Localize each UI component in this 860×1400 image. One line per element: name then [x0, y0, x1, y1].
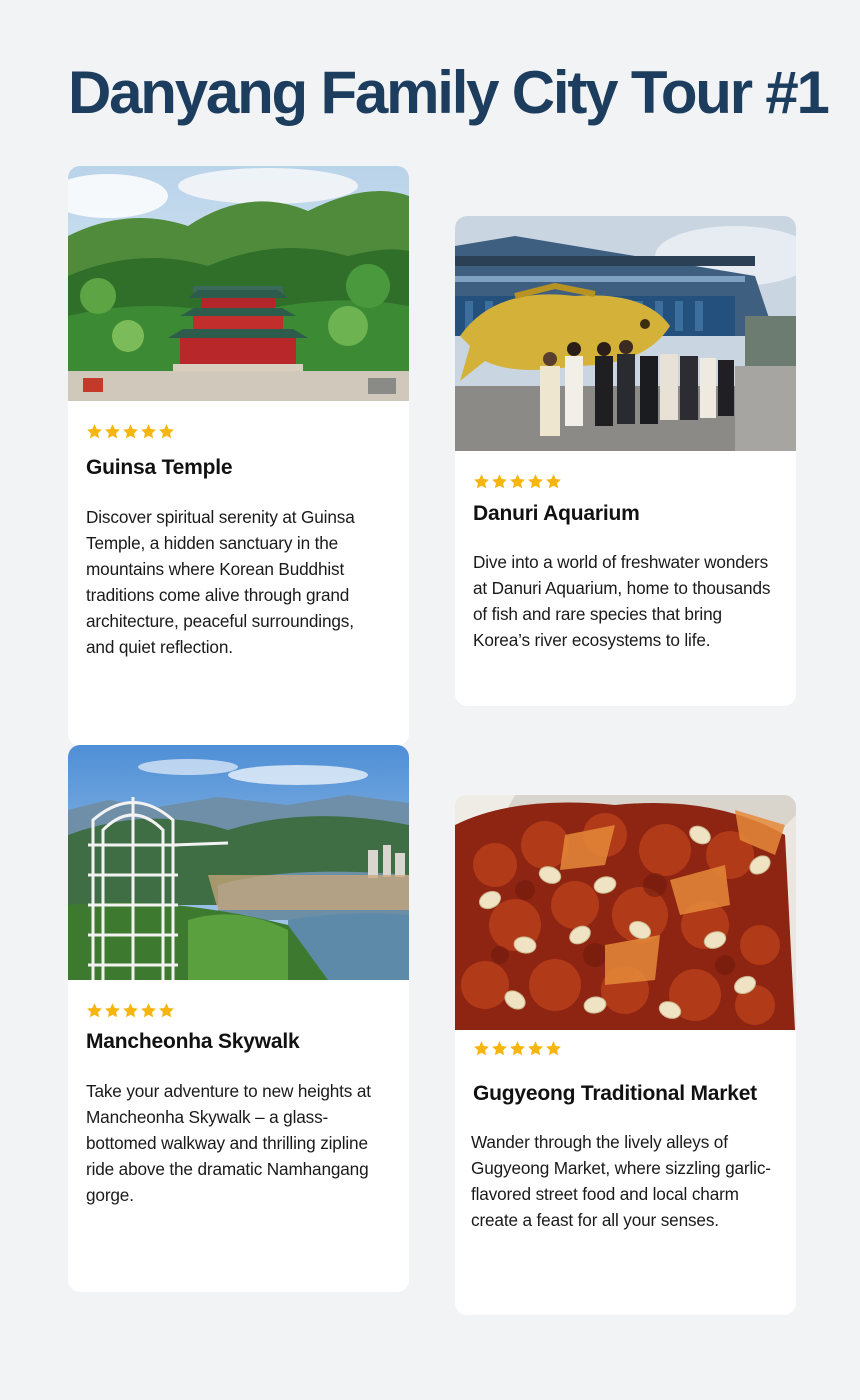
star-icon: [509, 1040, 526, 1057]
attraction-description: Dive into a world of freshwater wonders …: [473, 552, 771, 650]
rating-stars: [86, 1002, 175, 1019]
attraction-name: Gugyeong Traditional Market: [473, 1082, 757, 1105]
attraction-name: Guinsa Temple: [86, 456, 233, 479]
attraction-name: Mancheonha Skywalk: [86, 1030, 300, 1053]
star-icon: [473, 1040, 490, 1057]
star-icon: [86, 1002, 103, 1019]
star-icon: [158, 423, 175, 440]
star-icon: [527, 1040, 544, 1057]
attraction-card-mancheonha-skywalk[interactable]: Mancheonha Skywalk Take your adventure t…: [68, 745, 409, 1292]
star-icon: [491, 1040, 508, 1057]
star-icon: [104, 1002, 121, 1019]
mancheonha-skywalk-photo: [68, 745, 409, 980]
attraction-description: Take your adventure to new heights at Ma…: [86, 1081, 371, 1205]
star-icon: [545, 473, 562, 490]
star-icon: [545, 1040, 562, 1057]
attraction-description: Wander through the lively alleys of Gugy…: [471, 1132, 771, 1230]
star-icon: [140, 1002, 157, 1019]
danuri-aquarium-photo: [455, 216, 796, 451]
star-icon: [509, 473, 526, 490]
star-icon: [122, 423, 139, 440]
attraction-description: Discover spiritual serenity at Guinsa Te…: [86, 507, 355, 657]
star-icon: [122, 1002, 139, 1019]
star-icon: [86, 423, 103, 440]
page-title: Danyang Family City Tour #1: [68, 59, 830, 126]
gugyeong-market-photo: [455, 795, 796, 1030]
rating-stars: [473, 1040, 562, 1057]
guinsa-temple-photo: [68, 166, 409, 401]
attraction-name: Danuri Aquarium: [473, 502, 640, 525]
attraction-card-guinsa-temple[interactable]: Guinsa Temple Discover spiritual serenit…: [68, 166, 409, 746]
star-icon: [140, 423, 157, 440]
star-icon: [527, 473, 544, 490]
star-icon: [104, 423, 121, 440]
attraction-card-danuri-aquarium[interactable]: Danuri Aquarium Dive into a world of fre…: [455, 216, 796, 706]
attraction-card-gugyeong-market[interactable]: Gugyeong Traditional Market Wander throu…: [455, 795, 796, 1315]
rating-stars: [86, 423, 175, 440]
star-icon: [473, 473, 490, 490]
rating-stars: [473, 473, 562, 490]
star-icon: [158, 1002, 175, 1019]
star-icon: [491, 473, 508, 490]
